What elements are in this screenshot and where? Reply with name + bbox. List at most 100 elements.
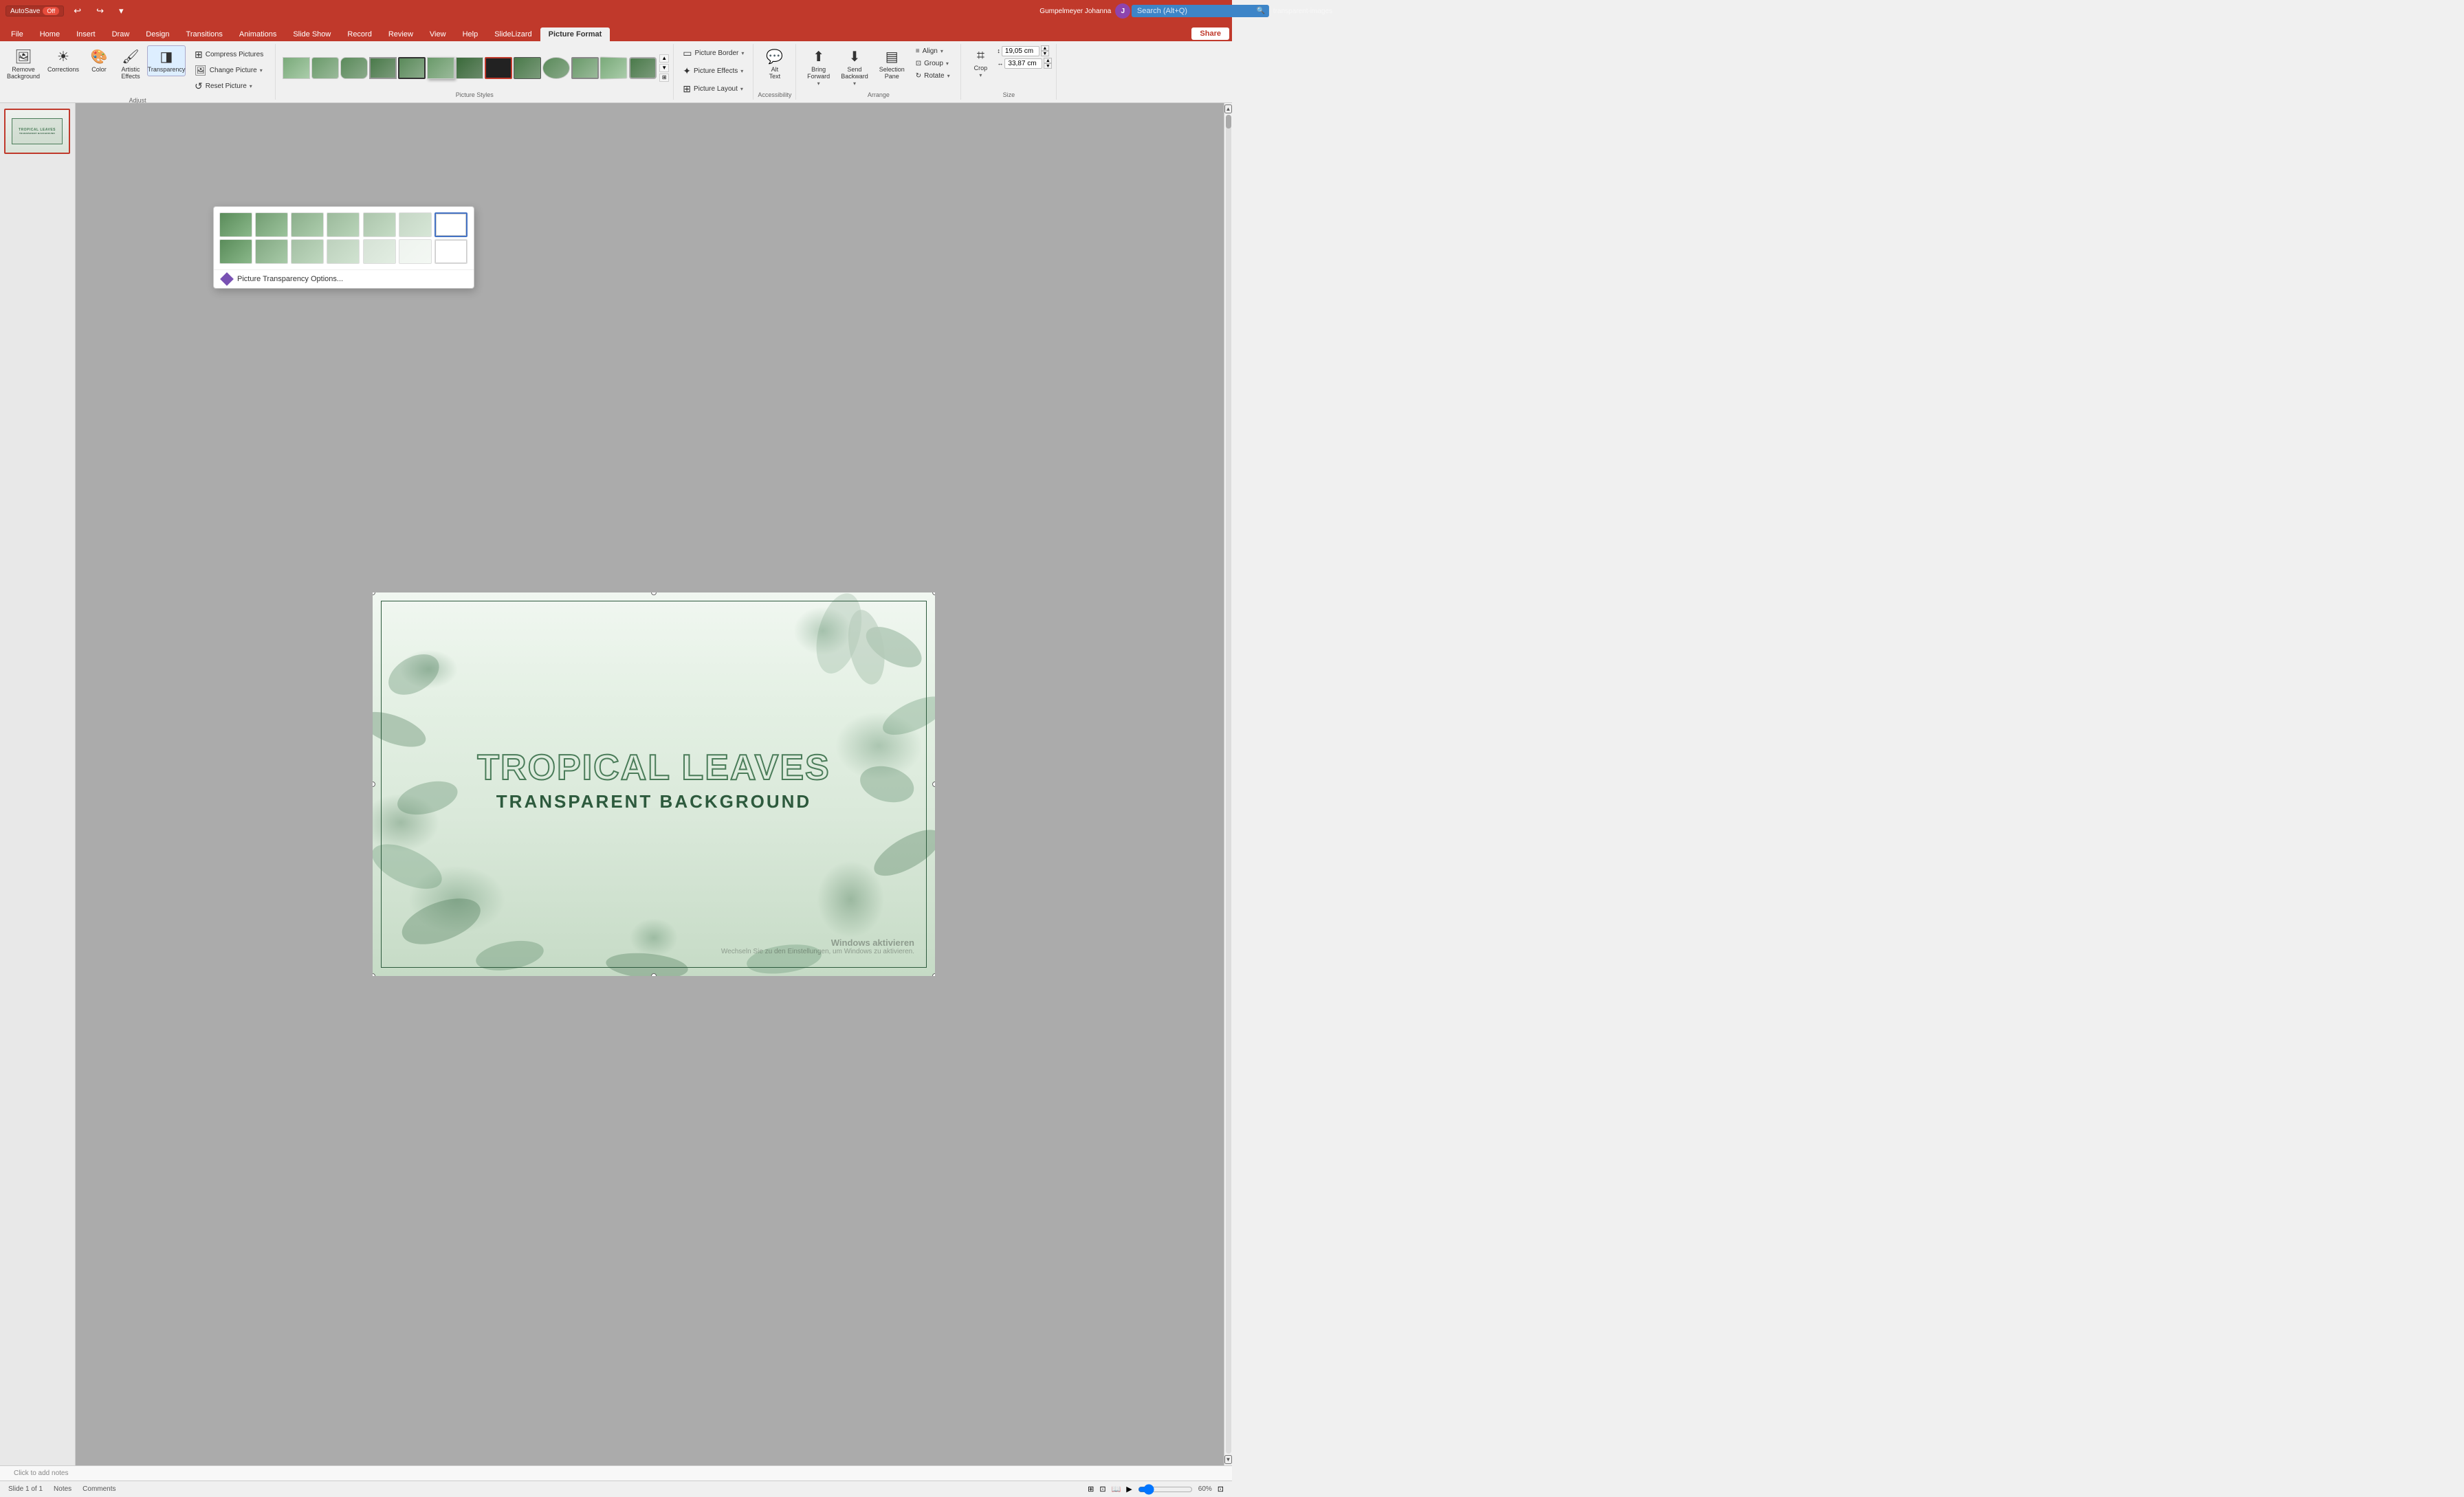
trans-thumb-7[interactable] bbox=[219, 239, 252, 264]
style-thumb-10[interactable] bbox=[542, 57, 570, 79]
fit-slide-btn[interactable]: ⊡ bbox=[1218, 1485, 1224, 1494]
rotate-button[interactable]: ↻ Rotate ▾ bbox=[911, 70, 955, 82]
trans-thumb-10[interactable] bbox=[327, 239, 360, 264]
tab-animations[interactable]: Animations bbox=[231, 27, 285, 41]
transparency-options-button[interactable]: Picture Transparency Options... bbox=[214, 269, 474, 288]
style-thumb-9[interactable] bbox=[514, 57, 541, 79]
tab-slideshow[interactable]: Slide Show bbox=[285, 27, 339, 41]
trans-thumb-0[interactable] bbox=[219, 212, 252, 237]
height-input[interactable] bbox=[1002, 46, 1040, 56]
height-down[interactable]: ▼ bbox=[1041, 51, 1049, 56]
corrections-button[interactable]: ☀ Corrections bbox=[44, 45, 82, 76]
slide-canvas[interactable]: TROPICAL LEAVES TRANSPARENT BACKGROUND W… bbox=[372, 592, 936, 977]
tab-file[interactable]: File bbox=[3, 27, 32, 41]
reading-view-btn[interactable]: 📖 bbox=[1112, 1485, 1121, 1494]
transparency-button[interactable]: ◨ Transparency bbox=[147, 45, 186, 76]
gallery-up[interactable]: ▲ bbox=[659, 54, 669, 63]
right-scrollbar[interactable]: ▲ ▼ bbox=[1224, 103, 1232, 1465]
handle-br[interactable] bbox=[932, 973, 936, 977]
crop-button[interactable]: ⌗ Crop ▾ bbox=[965, 45, 996, 81]
trans-thumb-4[interactable] bbox=[363, 212, 396, 237]
style-thumb-3[interactable] bbox=[340, 57, 368, 79]
handle-bc[interactable] bbox=[651, 973, 657, 977]
share-button[interactable]: Share bbox=[1191, 27, 1229, 40]
selection-pane-button[interactable]: ▤ SelectionPane bbox=[874, 45, 910, 83]
height-up[interactable]: ▲ bbox=[1041, 45, 1049, 51]
slideshow-btn[interactable]: ▶ bbox=[1126, 1485, 1132, 1494]
zoom-slider[interactable] bbox=[1138, 1484, 1193, 1495]
trans-thumb-13[interactable] bbox=[434, 239, 468, 264]
style-thumb-5[interactable] bbox=[398, 57, 426, 79]
width-up[interactable]: ▲ bbox=[1044, 58, 1052, 63]
style-thumb-4[interactable] bbox=[369, 57, 397, 79]
trans-thumb-12[interactable] bbox=[399, 239, 432, 264]
tab-transitions[interactable]: Transitions bbox=[178, 27, 231, 41]
picture-layout-button[interactable]: ⊞ Picture Layout ▾ bbox=[678, 81, 748, 97]
trans-thumb-11[interactable] bbox=[363, 239, 396, 264]
tab-design[interactable]: Design bbox=[138, 27, 177, 41]
bring-forward-button[interactable]: ⬆ BringForward ▾ bbox=[802, 45, 835, 89]
artistic-effects-button[interactable]: 🖌 ArtisticEffects bbox=[116, 45, 146, 83]
slide-text-area[interactable]: TROPICAL LEAVES TRANSPARENT BACKGROUND bbox=[443, 750, 865, 812]
gallery-more[interactable]: ⊞ bbox=[659, 74, 669, 82]
user-avatar[interactable]: J bbox=[1115, 3, 1130, 19]
scroll-up-button[interactable]: ▲ bbox=[1224, 104, 1232, 113]
style-thumb-12[interactable] bbox=[600, 56, 627, 79]
canvas-area[interactable]: TROPICAL LEAVES TRANSPARENT BACKGROUND W… bbox=[76, 103, 1232, 1465]
tab-slidelizard[interactable]: SlideLizard bbox=[486, 27, 540, 41]
scroll-thumb[interactable] bbox=[1226, 115, 1231, 129]
quick-access-button[interactable]: ▾ bbox=[113, 3, 129, 19]
notes-bar[interactable]: Click to add notes bbox=[0, 1465, 1232, 1481]
remove-background-button[interactable]: 🖼 RemoveBackground bbox=[4, 45, 43, 83]
picture-effects-button[interactable]: ✦ Picture Effects ▾ bbox=[678, 63, 748, 79]
style-thumb-7[interactable] bbox=[456, 57, 483, 79]
search-input[interactable] bbox=[1132, 5, 1269, 17]
style-thumb-8[interactable] bbox=[485, 57, 512, 79]
tab-help[interactable]: Help bbox=[454, 27, 487, 41]
width-down[interactable]: ▼ bbox=[1044, 63, 1052, 69]
tab-review[interactable]: Review bbox=[380, 27, 421, 41]
tab-draw[interactable]: Draw bbox=[104, 27, 138, 41]
trans-thumb-5[interactable] bbox=[399, 212, 432, 237]
picture-border-button[interactable]: ▭ Picture Border ▾ bbox=[678, 45, 749, 61]
trans-thumb-1[interactable] bbox=[255, 212, 288, 237]
handle-mr[interactable] bbox=[932, 781, 936, 787]
send-backward-button[interactable]: ⬇ SendBackward ▾ bbox=[836, 45, 873, 89]
trans-thumb-9[interactable] bbox=[291, 239, 324, 264]
color-button[interactable]: 🎨 Color bbox=[84, 45, 114, 76]
reset-picture-button[interactable]: ↺ Reset Picture ▾ bbox=[190, 78, 268, 94]
style-thumb-11[interactable] bbox=[571, 57, 599, 79]
slide-thumbnail-1[interactable]: TROPICAL LEAVES TRANSPARENT BACKGROUND bbox=[4, 109, 70, 154]
slide-sorter-btn[interactable]: ⊡ bbox=[1099, 1485, 1106, 1494]
trans-thumb-3[interactable] bbox=[327, 212, 360, 237]
tab-insert[interactable]: Insert bbox=[68, 27, 104, 41]
style-thumb-6[interactable] bbox=[427, 57, 454, 79]
tab-home[interactable]: Home bbox=[32, 27, 68, 41]
align-button[interactable]: ≡ Align ▾ bbox=[911, 45, 955, 57]
scroll-track[interactable] bbox=[1226, 115, 1231, 1454]
trans-thumb-2[interactable] bbox=[291, 212, 324, 237]
compress-pictures-button[interactable]: ⊞ Compress Pictures bbox=[190, 47, 268, 63]
comments-button[interactable]: Comments bbox=[82, 1485, 116, 1493]
width-input[interactable] bbox=[1004, 58, 1042, 69]
tab-picture-format[interactable]: Picture Format bbox=[540, 27, 610, 41]
tab-record[interactable]: Record bbox=[339, 27, 380, 41]
handle-bl[interactable] bbox=[372, 973, 375, 977]
style-thumb-13[interactable] bbox=[629, 57, 657, 79]
group-button[interactable]: ⊡ Group ▾ bbox=[911, 58, 955, 69]
change-picture-button[interactable]: 🖼 Change Picture ▾ bbox=[190, 63, 268, 78]
normal-view-btn[interactable]: ⊞ bbox=[1088, 1485, 1094, 1494]
trans-thumb-6-selected[interactable] bbox=[434, 212, 468, 237]
style-thumb-2[interactable] bbox=[311, 57, 339, 79]
undo-button[interactable]: ↩ bbox=[68, 3, 87, 19]
tab-view[interactable]: View bbox=[421, 27, 454, 41]
handle-tr[interactable] bbox=[932, 592, 936, 595]
trans-thumb-8[interactable] bbox=[255, 239, 288, 264]
gallery-down[interactable]: ▼ bbox=[659, 64, 669, 72]
autosave-toggle[interactable]: AutoSave Off bbox=[6, 5, 64, 16]
notes-button[interactable]: Notes bbox=[54, 1485, 72, 1493]
redo-button[interactable]: ↪ bbox=[91, 3, 109, 19]
alt-text-button[interactable]: 💬 AltText bbox=[760, 45, 790, 83]
style-thumb-1[interactable] bbox=[283, 57, 310, 79]
scroll-down-button[interactable]: ▼ bbox=[1224, 1455, 1232, 1464]
